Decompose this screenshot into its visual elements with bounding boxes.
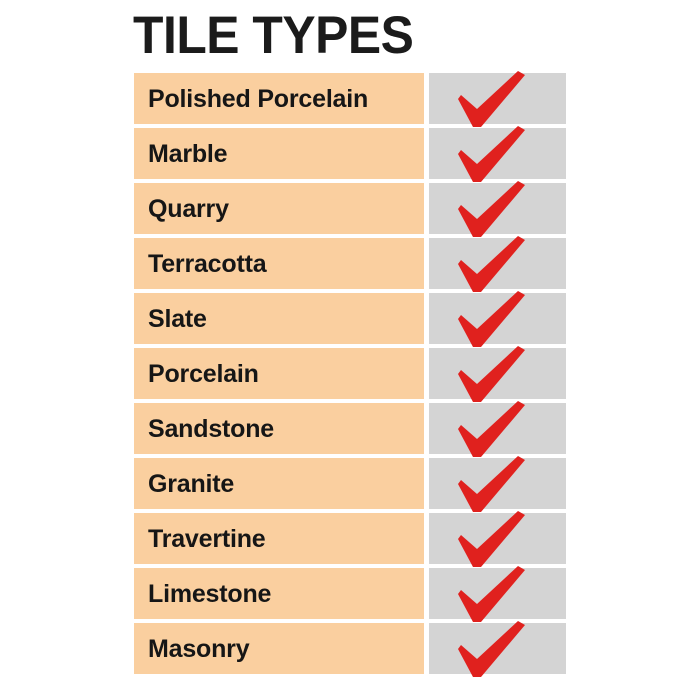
tile-type-label-cell: Terracotta: [134, 238, 424, 289]
tile-type-label-cell: Masonry: [134, 623, 424, 674]
tile-type-label-cell: Sandstone: [134, 403, 424, 454]
tile-type-check-cell: [429, 126, 566, 182]
tile-type-check-cell: [429, 566, 566, 622]
table-row: Sandstone: [134, 401, 566, 457]
tile-type-check-cell: [429, 71, 566, 127]
tile-types-table: Polished Porcelain Marble Quarry Terraco…: [134, 71, 566, 678]
red-check-mark-icon: [455, 291, 529, 349]
tile-type-label: Travertine: [148, 524, 266, 553]
tile-type-check-cell: [429, 236, 566, 292]
tile-type-label-cell: Porcelain: [134, 348, 424, 399]
red-check-mark-icon: [455, 566, 529, 624]
red-check-mark-icon: [455, 71, 529, 129]
red-check-mark-icon: [455, 181, 529, 239]
tile-type-label: Quarry: [148, 194, 229, 223]
table-row: Travertine: [134, 511, 566, 567]
red-check-mark-icon: [455, 236, 529, 294]
tile-type-label: Masonry: [148, 634, 250, 663]
tile-type-label: Granite: [148, 469, 235, 498]
table-row: Marble: [134, 126, 566, 182]
red-check-mark-icon: [455, 456, 529, 514]
tile-type-check-cell: [429, 346, 566, 402]
tile-type-label-cell: Marble: [134, 128, 424, 179]
tile-type-label-cell: Travertine: [134, 513, 424, 564]
table-row: Slate: [134, 291, 566, 347]
tile-type-label: Marble: [148, 139, 228, 168]
tile-type-check-cell: [429, 181, 566, 237]
tile-type-check-cell: [429, 456, 566, 512]
table-row: Polished Porcelain: [134, 71, 566, 127]
tile-type-check-cell: [429, 621, 566, 677]
table-row: Terracotta: [134, 236, 566, 292]
table-row: Granite: [134, 456, 566, 512]
tile-type-label-cell: Polished Porcelain: [134, 73, 424, 124]
table-row: Masonry: [134, 621, 566, 677]
tile-type-label: Limestone: [148, 579, 272, 608]
red-check-mark-icon: [455, 621, 529, 679]
red-check-mark-icon: [455, 346, 529, 404]
tile-type-label: Porcelain: [148, 359, 259, 388]
tile-type-label-cell: Granite: [134, 458, 424, 509]
tile-type-label: Sandstone: [148, 414, 274, 443]
tile-type-check-cell: [429, 401, 566, 457]
red-check-mark-icon: [455, 126, 529, 184]
tile-type-label-cell: Quarry: [134, 183, 424, 234]
table-row: Porcelain: [134, 346, 566, 402]
tile-type-check-cell: [429, 511, 566, 567]
page-title: TILE TYPES: [133, 6, 414, 65]
tile-type-check-cell: [429, 291, 566, 347]
red-check-mark-icon: [455, 401, 529, 459]
table-row: Limestone: [134, 566, 566, 622]
red-check-mark-icon: [455, 511, 529, 569]
tile-type-label: Slate: [148, 304, 207, 333]
page-root: TILE TYPES Polished Porcelain Marble Qua…: [0, 0, 700, 700]
tile-type-label: Polished Porcelain: [148, 84, 369, 113]
tile-type-label-cell: Limestone: [134, 568, 424, 619]
table-row: Quarry: [134, 181, 566, 237]
tile-type-label-cell: Slate: [134, 293, 424, 344]
tile-type-label: Terracotta: [148, 249, 267, 278]
